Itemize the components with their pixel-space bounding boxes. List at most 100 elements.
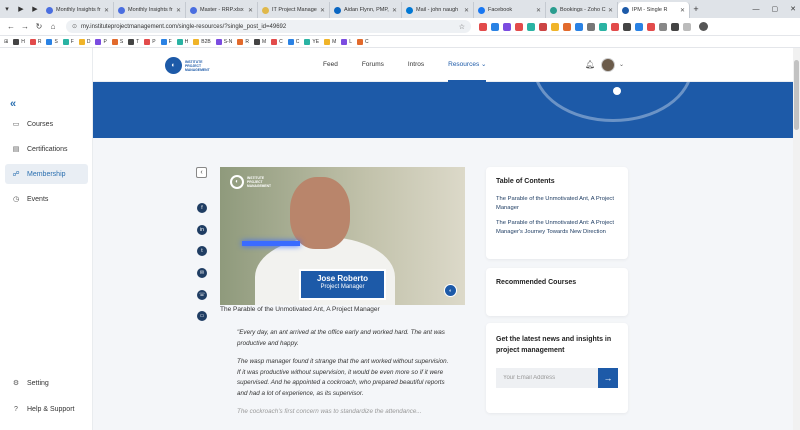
extension-icon[interactable] [503,22,511,31]
extension-icon[interactable] [563,22,571,31]
extension-icon[interactable] [659,22,667,31]
bookmark-item[interactable]: H [13,38,25,45]
extension-icon[interactable] [575,22,583,31]
chevron-down-icon[interactable]: ⌄ [619,61,624,68]
bell-icon[interactable]: 🔔︎ [585,60,595,69]
tab-close-icon[interactable]: ✕ [392,7,397,14]
message-share-icon[interactable]: ▭ [197,311,207,321]
sidebar-item-events[interactable]: ◷ Events [5,189,88,209]
tab-close-icon[interactable]: ✕ [248,7,253,14]
bookmark-item[interactable]: R [29,38,41,45]
extension-icon[interactable] [491,22,499,31]
bookmark-star-icon[interactable]: ☆ [459,23,465,31]
nav-resources[interactable]: Resources ⌄ [448,48,487,82]
tab-close-icon[interactable]: ✕ [176,7,181,14]
extension-icon[interactable] [527,22,535,31]
phone-share-icon[interactable]: ☏ [197,290,207,300]
email-input[interactable] [496,368,598,388]
browser-tab[interactable]: Facebook ✕ [474,2,546,18]
twitter-share-icon[interactable]: t [197,246,207,256]
bookmark-item[interactable]: P [95,38,107,45]
extension-icon[interactable] [635,22,643,31]
sidebar-toggle-icon[interactable] [683,22,691,31]
reload-icon[interactable]: ↻ [32,22,46,31]
scrollbar-thumb[interactable] [794,60,799,130]
bookmark-item[interactable]: M [253,38,266,45]
tab-close-icon[interactable]: ✕ [464,7,469,14]
ipm-logo[interactable]: ◐ INSTITUTE PROJECT MANAGEMENT [165,57,210,74]
extension-icon[interactable] [647,22,655,31]
sidebar-item-setting[interactable]: ⚙ Setting [5,373,88,393]
extensions-puzzle-icon[interactable] [671,22,679,31]
nav-forums[interactable]: Forums [362,48,384,82]
tab-close-icon[interactable]: ✕ [608,7,613,14]
apps-grid-icon[interactable]: ⊞ [4,39,8,45]
extension-icon[interactable] [599,22,607,31]
bookmark-item[interactable]: C [271,38,283,45]
profile-avatar[interactable] [699,22,708,31]
url-field[interactable]: ⊙ my.instituteprojectmanagement.com/sing… [66,20,471,33]
media-play-icon[interactable]: ▶ [14,0,28,18]
toc-link[interactable]: The Parable of the Unmotivated Ant, A Pr… [496,195,618,213]
bookmark-item[interactable]: H [176,38,188,45]
bookmark-item[interactable]: P [144,38,156,45]
browser-tab[interactable]: Master - RRP.xlsx ✕ [186,2,258,18]
bookmark-item[interactable]: R [237,38,249,45]
back-button[interactable]: ‹ [196,167,207,178]
bookmark-item[interactable]: YE [304,38,319,45]
media-play-icon-2[interactable]: ▶ [28,0,42,18]
back-arrow-icon[interactable]: ← [4,22,18,31]
site-info-icon[interactable]: ⊙ [72,23,77,30]
extension-icon[interactable] [515,22,523,31]
bookmark-item[interactable]: S [111,38,123,45]
tab-close-icon[interactable]: ✕ [536,7,541,14]
browser-tab[interactable]: Monthly Insights fr ✕ [114,2,186,18]
new-tab-button[interactable]: + [690,4,702,14]
facebook-share-icon[interactable]: f [197,203,207,213]
bookmark-item[interactable]: T [128,38,139,45]
collapse-sidebar-icon[interactable]: « [10,98,16,110]
browser-tab[interactable]: Bookings - Zoho C ✕ [546,2,618,18]
sidebar-item-membership[interactable]: ☍ Membership [5,164,88,184]
tab-close-icon[interactable]: ✕ [680,7,685,14]
browser-tab[interactable]: IPM - Single R ✕ [618,2,690,18]
nav-intros[interactable]: Intros [408,48,424,82]
home-icon[interactable]: ⌂ [46,22,60,31]
bookmark-item[interactable]: L [341,38,352,45]
tab-close-icon[interactable]: ✕ [104,7,109,14]
extension-icon[interactable] [623,22,631,31]
bookmark-item[interactable]: S-N [215,38,232,45]
bookmark-item[interactable]: F [160,38,172,45]
browser-tab[interactable]: Monthly Insights fr ✕ [42,2,114,18]
linkedin-share-icon[interactable]: in [197,225,207,235]
browser-tab[interactable]: Mail - john naugh ✕ [402,2,474,18]
browser-tab[interactable]: IT Project Manage ✕ [258,2,330,18]
forward-arrow-icon[interactable]: → [18,22,32,31]
bookmark-item[interactable]: B2B [193,38,211,45]
bookmark-item[interactable]: M [324,38,336,45]
extension-icon[interactable] [611,22,619,31]
extension-icon[interactable] [551,22,559,31]
extension-icon[interactable] [479,22,487,31]
close-window-icon[interactable]: ✕ [790,5,796,13]
minimize-icon[interactable]: — [753,6,760,13]
extension-icon[interactable] [587,22,595,31]
user-avatar[interactable] [601,58,615,72]
nav-feed[interactable]: Feed [323,48,338,82]
sidebar-item-courses[interactable]: ▭ Courses [5,114,88,134]
tab-close-icon[interactable]: ✕ [320,7,325,14]
sidebar-item-certifications[interactable]: ▤ Certifications [5,139,88,159]
subscribe-arrow-button[interactable]: → [598,368,618,388]
sidebar-item-help-support[interactable]: ? Help & Support [5,399,88,419]
maximize-icon[interactable]: ▢ [772,5,779,13]
browser-tab[interactable]: Aidan Flynn, PMP, ✕ [330,2,402,18]
bookmark-item[interactable]: D [78,38,90,45]
bookmark-item[interactable]: C [357,38,369,45]
email-share-icon[interactable]: ✉ [197,268,207,278]
tab-search-icon[interactable]: ▾ [0,0,14,18]
bookmark-item[interactable]: C [287,38,299,45]
bookmark-item[interactable]: S [46,38,58,45]
toc-link[interactable]: The Parable of the Unmotivated Ant: A Pr… [496,219,618,237]
bookmark-item[interactable]: F [62,38,74,45]
extension-icon[interactable] [539,22,547,31]
